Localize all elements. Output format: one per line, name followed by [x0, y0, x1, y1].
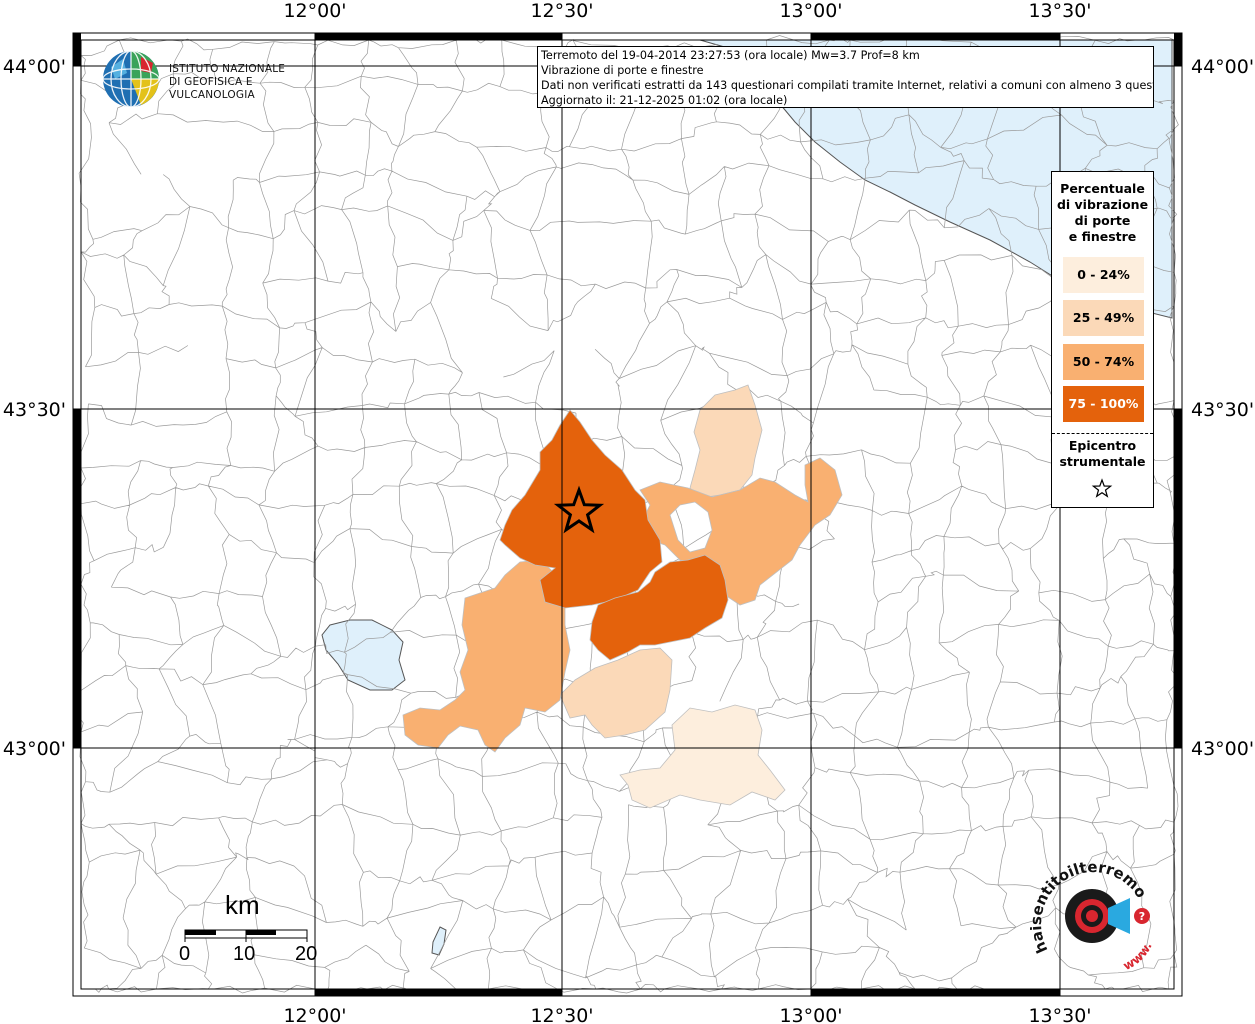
lat-label-left: 43°00': [3, 738, 66, 760]
ingv-logo: ISTITUTO NAZIONALE DI GEOFISICA E VULCAN…: [101, 49, 321, 111]
svg-text:www.: www.: [1121, 940, 1155, 973]
lon-label-bottom: 13°00': [779, 1005, 842, 1024]
scale-label-10: 10: [233, 943, 256, 965]
lon-label-bottom: 12°30': [530, 1005, 593, 1024]
legend-title-line: e finestre: [1068, 229, 1137, 244]
star-icon: [1091, 478, 1113, 498]
lat-label-left: 43°30': [3, 399, 66, 421]
legend-title-line: di vibrazione: [1056, 197, 1149, 212]
globe-icon: [102, 50, 160, 108]
lon-label-bottom: 12°00': [283, 1005, 346, 1024]
question-icon: ?: [1139, 910, 1145, 923]
legend-item-50-74: 50 - 74%: [1063, 344, 1144, 380]
scale-label-0: 0: [179, 943, 191, 965]
scale-unit: km: [225, 890, 260, 920]
lon-label-top: 13°30': [1028, 0, 1091, 22]
hst-logo-www: www.: [1121, 940, 1155, 973]
lon-label-bottom: 13°30': [1028, 1005, 1091, 1024]
lon-label-top: 12°30': [530, 0, 593, 22]
lat-label-right: 44°00': [1191, 56, 1254, 78]
legend-epicenter-label: Epicentro strumentale: [1052, 438, 1153, 470]
legend-title: Percentuale di vibrazione di porte e fin…: [1052, 181, 1153, 245]
legend-item-75-100: 75 - 100%: [1063, 386, 1144, 422]
legend-item-25-49: 25 - 49%: [1063, 300, 1144, 336]
ingv-name-line1: ISTITUTO NAZIONALE: [169, 63, 286, 75]
info-box: Terremoto del 19-04-2014 23:27:53 (ora l…: [537, 46, 1154, 108]
lon-label-top: 12°00': [283, 0, 346, 22]
haisentitoilterremoto-logo: haisentitoilterremoto.it www. ?: [1030, 858, 1155, 973]
lat-label-right: 43°00': [1191, 738, 1254, 760]
legend-title-line: Percentuale: [1060, 181, 1145, 196]
update-time: Aggiornato il: 21-12-2025 01:02 (ora loc…: [541, 94, 788, 107]
ingv-name-line2: DI GEOFISICA E VULCANOLOGIA: [169, 76, 255, 101]
data-note: Dati non verificati estratti da 143 ques…: [541, 79, 1154, 92]
legend: Percentuale di vibrazione di porte e fin…: [1051, 171, 1154, 508]
legend-epicenter-line: strumentale: [1059, 454, 1146, 469]
scale-bar: km 0 10 20: [175, 888, 335, 978]
legend-epicenter-line: Epicentro: [1068, 438, 1137, 453]
map-subject: Vibrazione di porte e finestre: [541, 64, 704, 77]
lat-label-right: 43°30': [1191, 399, 1254, 421]
lon-label-top: 13°00': [779, 0, 842, 22]
legend-separator: [1052, 433, 1153, 434]
legend-title-line: di porte: [1074, 213, 1131, 228]
earthquake-title: Terremoto del 19-04-2014 23:27:53 (ora l…: [541, 49, 920, 62]
legend-item-0-24: 0 - 24%: [1063, 257, 1144, 293]
lat-label-left: 44°00': [3, 56, 66, 78]
scale-label-20: 20: [295, 943, 318, 965]
